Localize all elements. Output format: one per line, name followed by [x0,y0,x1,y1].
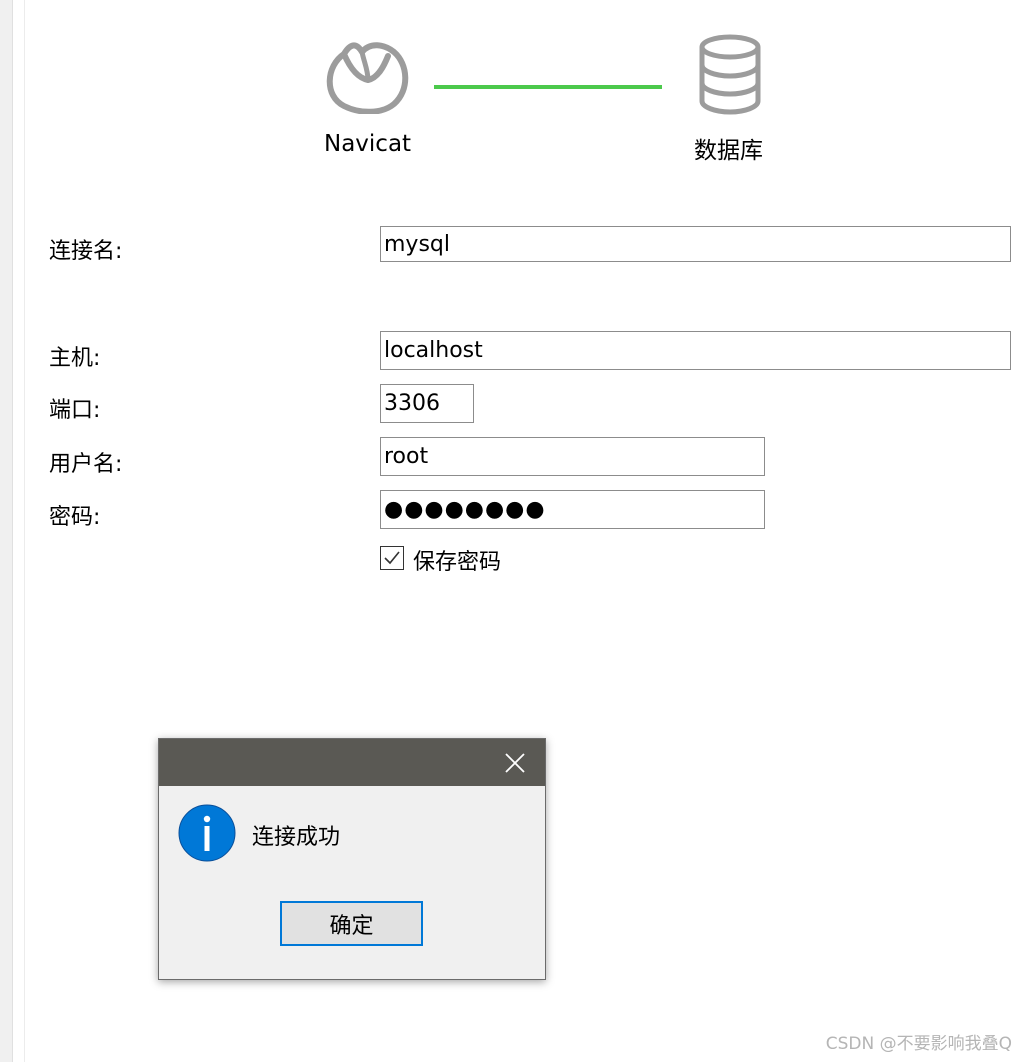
ok-button[interactable]: 确定 [280,901,423,946]
info-icon [178,804,236,862]
left-panel-divider [24,0,25,1062]
save-password-checkbox[interactable] [380,546,404,570]
connection-success-dialog: 连接成功 确定 [158,738,546,980]
navicat-logo-icon [322,34,412,115]
left-panel-edge [0,0,13,1062]
password-label: 密码: [49,505,101,530]
dialog-close-button[interactable] [485,739,545,786]
connection-name-label: 连接名: [49,239,123,264]
connection-link-line [434,85,662,89]
database-icon [697,34,763,116]
checkmark-icon [384,551,400,565]
host-input[interactable] [380,331,1011,370]
close-icon [505,752,525,773]
save-password-label[interactable]: 保存密码 [413,544,501,576]
navicat-label: Navicat [324,131,412,157]
database-label: 数据库 [694,138,763,164]
dialog-message: 连接成功 [252,825,341,850]
connection-name-input[interactable] [380,226,1011,262]
password-input[interactable] [380,490,765,529]
dialog-titlebar[interactable] [159,739,545,786]
watermark: CSDN @不要影响我叠Q [825,1034,1012,1054]
username-input[interactable] [380,437,765,476]
host-label: 主机: [49,346,101,371]
port-label: 端口: [49,398,101,423]
username-label: 用户名: [49,452,123,477]
port-input[interactable] [380,384,474,423]
